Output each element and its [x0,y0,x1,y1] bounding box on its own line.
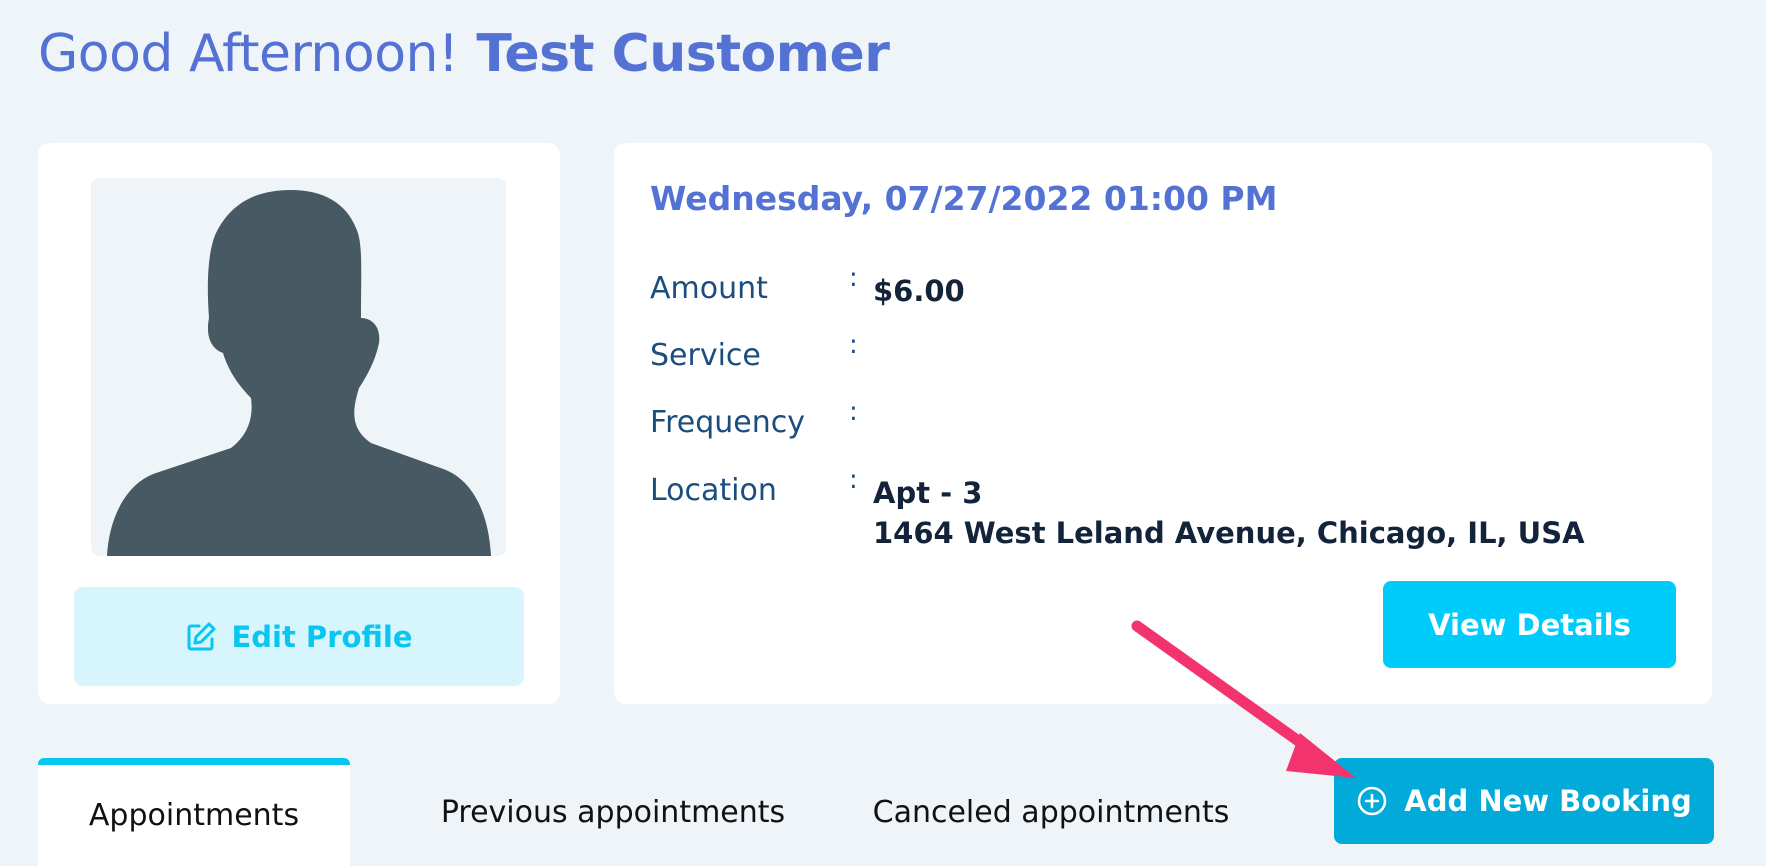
avatar [91,178,506,556]
person-silhouette-icon [107,190,491,556]
tab-appointments[interactable]: Appointments [38,758,350,866]
tab-canceled-appointments[interactable]: Canceled appointments [846,758,1256,866]
edit-profile-label: Edit Profile [231,619,413,654]
location-value: Apt - 3 1464 West Leland Avenue, Chicago… [873,473,1585,553]
frequency-label: Frequency [650,405,805,440]
plus-circle-icon [1357,786,1387,816]
greeting-text: Good Afternoon! [38,24,459,84]
amount-value: $6.00 [873,274,965,308]
location-line-2: 1464 West Leland Avenue, Chicago, IL, US… [873,516,1585,550]
location-line-1: Apt - 3 [873,476,983,510]
service-label: Service [650,338,761,373]
edit-profile-button[interactable]: Edit Profile [74,587,524,686]
location-label: Location [650,473,777,508]
greeting-heading: Good Afternoon! Test Customer [38,24,890,84]
amount-separator: : [849,263,858,293]
add-new-booking-label: Add New Booking [1404,784,1692,818]
service-separator: : [849,330,858,360]
amount-label: Amount [650,271,768,306]
upcoming-appointment-card: Wednesday, 07/27/2022 01:00 PM Amount : … [614,143,1712,704]
add-new-booking-button[interactable]: Add New Booking [1334,758,1714,844]
location-separator: : [849,465,858,495]
view-details-button[interactable]: View Details [1383,581,1676,668]
tab-previous-appointments[interactable]: Previous appointments [378,758,848,866]
appointment-datetime: Wednesday, 07/27/2022 01:00 PM [650,179,1278,218]
customer-name: Test Customer [476,24,890,84]
frequency-separator: : [849,397,858,427]
edit-icon [187,622,216,650]
dashboard-page: Good Afternoon! Test Customer Edit Profil… [0,0,1766,866]
profile-card: Edit Profile [38,143,560,704]
